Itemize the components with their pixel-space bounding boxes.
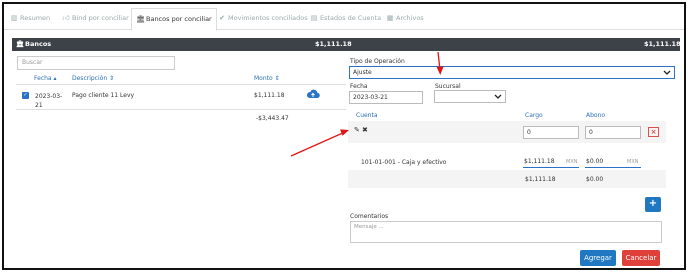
app-frame: ▥ Resumen 👍︎ Bind por conciliar 🏛︎Bancos p… bbox=[2, 2, 686, 270]
arrow-down-annotation bbox=[436, 51, 444, 75]
annotation-arrows bbox=[290, 51, 444, 157]
arrow-right-annotation bbox=[290, 129, 349, 157]
